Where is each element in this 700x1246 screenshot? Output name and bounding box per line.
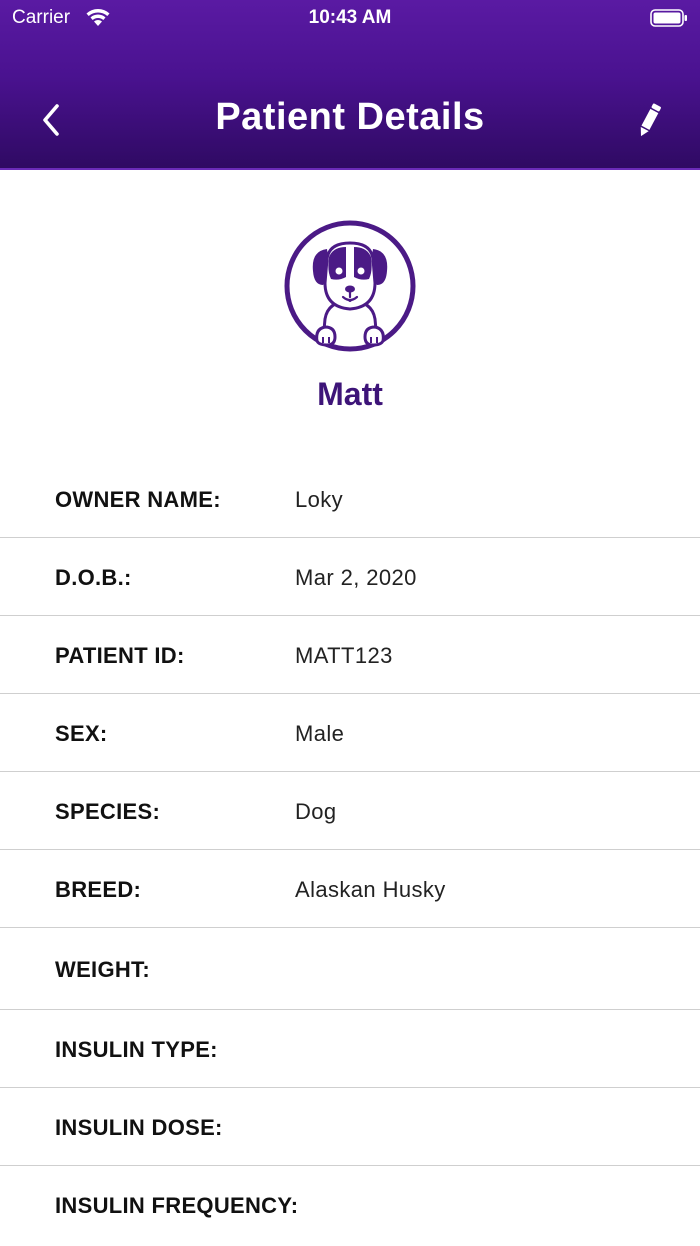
detail-value: Dog [295, 799, 337, 824]
detail-row-insulin-type: INSULIN TYPE: [0, 1010, 700, 1088]
detail-row-sex: SEX: Male [0, 694, 700, 772]
detail-label: OWNER NAME: [55, 487, 221, 512]
detail-label: BREED: [55, 877, 142, 902]
navigation-header: Carrier 10:43 AM Patient Details [0, 0, 700, 170]
detail-value: Alaskan Husky [295, 877, 446, 902]
detail-label: INSULIN TYPE: [55, 1037, 218, 1062]
status-bar: Carrier 10:43 AM [0, 0, 700, 36]
page-title: Patient Details [215, 96, 485, 138]
patient-name: Matt [317, 376, 383, 412]
detail-row-dob: D.O.B.: Mar 2, 2020 [0, 538, 700, 616]
detail-row-weight: WEIGHT: [0, 928, 700, 1010]
detail-row-insulin-dose: INSULIN DOSE: [0, 1088, 700, 1166]
detail-label: WEIGHT: [55, 957, 150, 982]
detail-row-breed: BREED: Alaskan Husky [0, 850, 700, 928]
detail-row-owner-name: OWNER NAME: Loky [0, 460, 700, 538]
detail-value: Loky [295, 487, 344, 512]
status-time: 10:43 AM [308, 7, 392, 28]
detail-label: SEX: [55, 721, 108, 746]
detail-label: SPECIES: [55, 799, 161, 824]
detail-value: MATT123 [295, 643, 393, 668]
pencil-icon [640, 103, 661, 137]
detail-row-species: SPECIES: Dog [0, 772, 700, 850]
detail-row-patient-id: PATIENT ID: MATT123 [0, 616, 700, 694]
detail-value: Male [295, 721, 345, 746]
detail-value: Mar 2, 2020 [295, 565, 417, 590]
detail-label: INSULIN DOSE: [55, 1115, 223, 1140]
patient-details-list: OWNER NAME: Loky D.O.B.: Mar 2, 2020 PAT… [0, 460, 700, 1244]
detail-label: PATIENT ID: [55, 643, 185, 668]
detail-row-insulin-frequency: INSULIN FREQUENCY: [0, 1166, 700, 1244]
detail-label: D.O.B.: [55, 565, 132, 590]
dog-avatar-icon [284, 220, 416, 352]
edit-button[interactable] [632, 98, 666, 142]
battery-icon [650, 9, 687, 27]
detail-label: INSULIN FREQUENCY: [55, 1193, 299, 1218]
